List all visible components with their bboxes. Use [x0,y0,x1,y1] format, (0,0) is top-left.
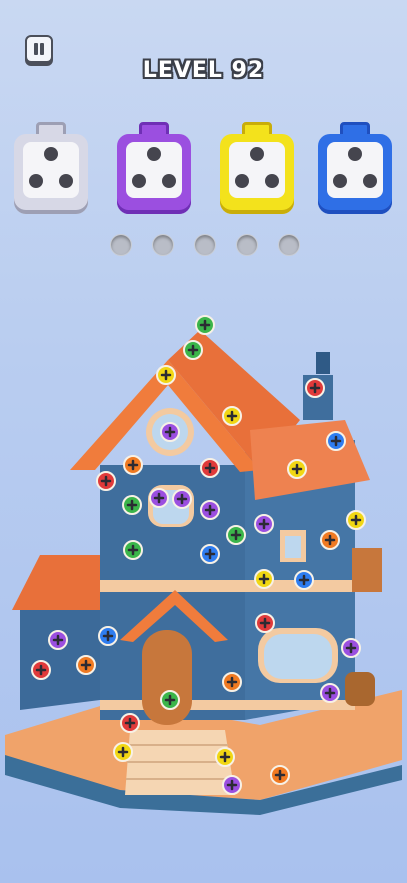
screw-purple[interactable] [254,514,274,534]
house-puzzle [5,315,402,815]
screw-orange[interactable] [222,672,242,692]
screw-yellow[interactable] [287,459,307,479]
screw-purple[interactable] [222,775,242,795]
screw-green[interactable] [122,495,142,515]
screw-purple[interactable] [172,489,192,509]
screw-blue[interactable] [98,626,118,646]
screw-orange[interactable] [320,530,340,550]
screw-green[interactable] [195,315,215,335]
screw-blue[interactable] [200,544,220,564]
screw-yellow[interactable] [346,510,366,530]
screw-green[interactable] [226,525,246,545]
screw-purple[interactable] [200,500,220,520]
screw-yellow[interactable] [215,747,235,767]
screw-red[interactable] [96,471,116,491]
screw-yellow[interactable] [254,569,274,589]
screw-purple[interactable] [48,630,68,650]
screw-orange[interactable] [270,765,290,785]
screw-green[interactable] [123,540,143,560]
screw-blue[interactable] [326,431,346,451]
screw-purple[interactable] [149,488,169,508]
screw-red[interactable] [255,613,275,633]
screw-yellow[interactable] [222,406,242,426]
screw-purple[interactable] [160,422,180,442]
screw-purple[interactable] [341,638,361,658]
screw-red[interactable] [200,458,220,478]
screw-red[interactable] [120,713,140,733]
screw-orange[interactable] [76,655,96,675]
screw-red[interactable] [31,660,51,680]
screw-green[interactable] [160,690,180,710]
screw-blue[interactable] [294,570,314,590]
screw-red[interactable] [305,378,325,398]
screw-orange[interactable] [123,455,143,475]
screw-purple[interactable] [320,683,340,703]
screw-yellow[interactable] [113,742,133,762]
screw-yellow[interactable] [156,365,176,385]
screw-green[interactable] [183,340,203,360]
